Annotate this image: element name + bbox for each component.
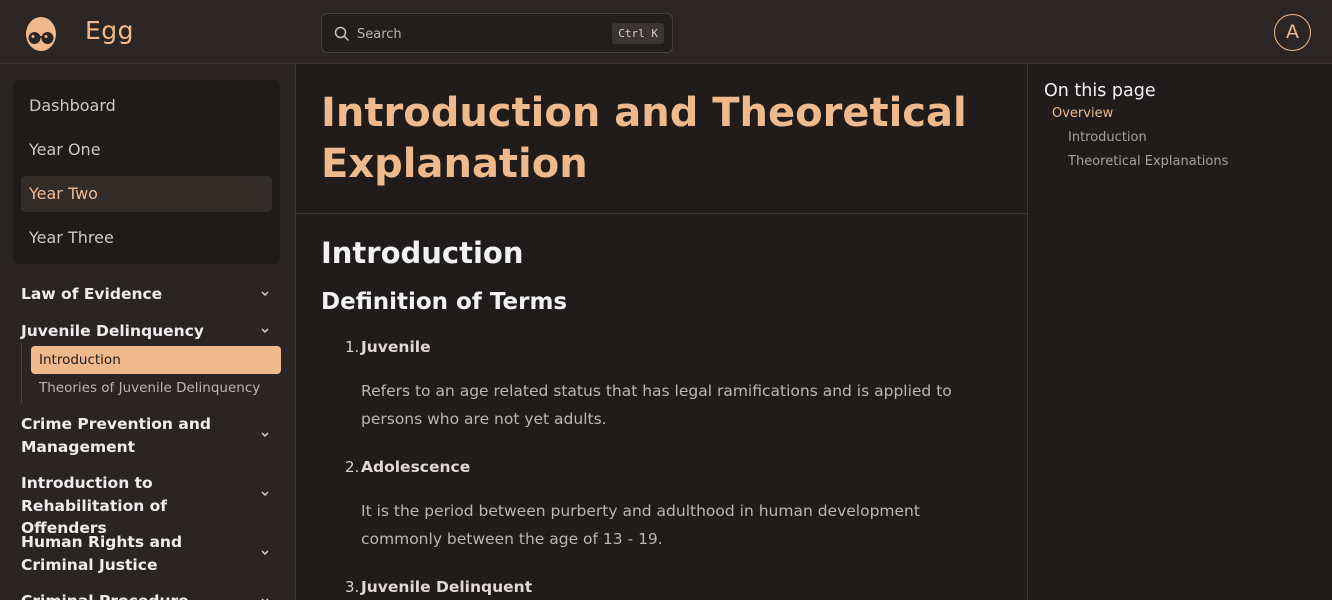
sidebar-group-label: Juvenile Delinquency: [21, 322, 204, 340]
chevron-down-icon: [261, 432, 269, 438]
chevron-down-icon: [261, 328, 269, 334]
sidebar-group-criminal-procedure[interactable]: Criminal Procedure: [21, 590, 276, 600]
sidebar-group-label: Crime Prevention and Management: [21, 415, 211, 456]
term-definition-adolescence: It is the period between purberty and ad…: [361, 502, 920, 548]
search-icon: [334, 26, 349, 41]
main-content: Introduction and Theoretical Explanation…: [296, 64, 1027, 600]
toc-title: On this page: [1044, 81, 1156, 101]
sidebar-group-law-of-evidence[interactable]: Law of Evidence: [21, 283, 276, 306]
chevron-down-icon: [261, 550, 269, 556]
juvenile-delinquency-subnav: Introduction Theories of Juvenile Delinq…: [21, 343, 281, 403]
user-avatar[interactable]: A: [1274, 14, 1311, 51]
toc-link-overview[interactable]: Overview: [1052, 106, 1113, 121]
nav-item-year-one[interactable]: Year One: [21, 132, 272, 168]
term-title-juvenile: Juvenile: [361, 338, 431, 356]
sidebar-group-human-rights[interactable]: Human Rights and Criminal Justice: [21, 531, 276, 576]
sidebar-group-label: Criminal Procedure: [21, 590, 236, 600]
sidebar-group-rehabilitation[interactable]: Introduction to Rehabilitation of Offend…: [21, 472, 276, 540]
toc-link-theoretical-explanations[interactable]: Theoretical Explanations: [1068, 154, 1228, 169]
year-nav: Dashboard Year One Year Two Year Three: [13, 80, 280, 264]
toc-link-introduction[interactable]: Introduction: [1068, 130, 1147, 145]
app-name[interactable]: Egg: [85, 16, 134, 45]
sidebar-group-juvenile-delinquency[interactable]: Juvenile Delinquency: [21, 320, 276, 343]
search-input[interactable]: [357, 24, 597, 44]
term-number: 1.: [345, 338, 360, 356]
on-this-page-panel: On this page Overview Introduction Theor…: [1027, 64, 1332, 600]
title-divider: [296, 213, 1027, 214]
term-number: 2.: [345, 458, 360, 476]
sidebar-group-label: Introduction to Rehabilitation of Offend…: [21, 474, 168, 537]
page-title: Introduction and Theoretical Explanation: [321, 90, 967, 187]
section-heading-introduction: Introduction: [321, 236, 524, 270]
sidebar-group-crime-prevention[interactable]: Crime Prevention and Management: [21, 413, 276, 458]
nav-item-dashboard[interactable]: Dashboard: [21, 88, 272, 124]
egg-logo-icon[interactable]: [24, 14, 58, 52]
subnav-item-introduction[interactable]: Introduction: [31, 346, 281, 374]
subsection-heading-definition-of-terms: Definition of Terms: [321, 289, 568, 315]
subnav-item-theories[interactable]: Theories of Juvenile Delinquency: [31, 374, 281, 402]
nav-item-year-two[interactable]: Year Two: [21, 176, 272, 212]
search-shortcut-badge: Ctrl K: [612, 23, 664, 44]
sidebar-group-label: Law of Evidence: [21, 285, 163, 303]
chevron-down-icon: [261, 291, 269, 297]
sidebar-group-label: Human Rights and Criminal Justice: [21, 533, 183, 574]
term-title-adolescence: Adolescence: [361, 458, 471, 476]
term-number: 3.: [345, 578, 360, 596]
nav-item-year-three[interactable]: Year Three: [21, 220, 272, 256]
sidebar: Dashboard Year One Year Two Year Three L…: [0, 64, 296, 600]
term-title-juvenile-delinquent: Juvenile Delinquent: [361, 578, 533, 596]
term-definition-juvenile: Refers to an age related status that has…: [361, 382, 952, 428]
search-box[interactable]: Ctrl K: [321, 13, 673, 53]
top-header: Egg Ctrl K A: [0, 0, 1332, 64]
chevron-down-icon: [261, 491, 269, 497]
